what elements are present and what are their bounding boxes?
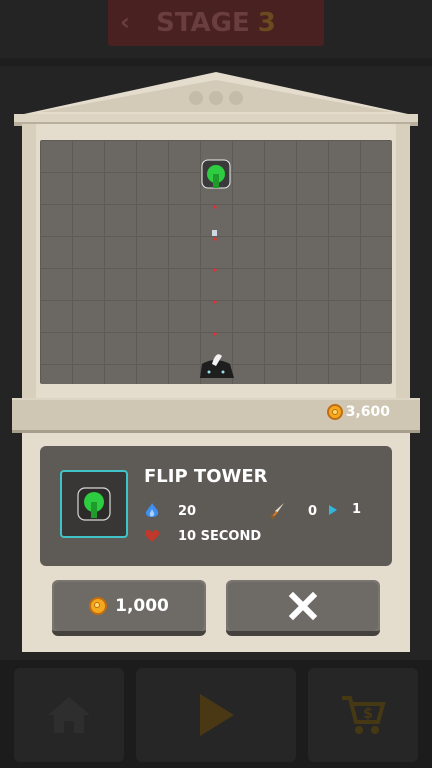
close-icon — [288, 591, 318, 620]
coin-icon — [89, 596, 108, 615]
cooldown-value: 10 SECOND — [178, 528, 262, 544]
tower-preview-board — [40, 140, 392, 384]
building-roof — [14, 72, 418, 126]
enemy-icon — [200, 354, 234, 378]
range-stat: 20 — [144, 502, 196, 520]
tower-info-card: FLIP TOWER 20 10 SECOND 0 1 — [40, 446, 392, 566]
heart-icon — [144, 530, 160, 542]
attack-value: 0 — [308, 503, 318, 519]
speed-value: 1 — [352, 502, 362, 517]
preview-scene — [200, 159, 234, 378]
coin-icon — [326, 404, 343, 420]
sword-icon — [270, 503, 284, 520]
flip-tower-icon — [77, 487, 111, 521]
speed-arrow-icon — [329, 504, 337, 515]
background-divider — [0, 58, 432, 66]
home-icon — [48, 697, 90, 733]
stage-title: STAGE — [156, 8, 250, 38]
stage-header: ‹ STAGE 3 — [108, 0, 324, 46]
range-value: 20 — [178, 503, 197, 519]
back-icon[interactable]: ‹ — [120, 8, 130, 36]
tower-name: FLIP TOWER — [144, 466, 268, 487]
buy-price: 1,000 — [115, 595, 169, 616]
stage-number: 3 — [257, 8, 276, 38]
tower-portrait — [60, 470, 128, 538]
shop-button[interactable]: $ — [308, 668, 418, 762]
turret-icon — [201, 159, 231, 189]
left-pillar — [22, 124, 36, 400]
play-button[interactable] — [136, 668, 296, 762]
play-icon — [200, 694, 234, 736]
close-button[interactable] — [226, 580, 380, 636]
gold-display: 3,600 — [326, 404, 390, 420]
attack-stat: 0 — [270, 502, 317, 520]
cooldown-stat: 10 SECOND — [144, 528, 261, 544]
flame-icon — [145, 503, 159, 517]
home-button[interactable] — [14, 668, 124, 762]
shop-cart-icon: $ — [342, 696, 386, 734]
svg-text:$: $ — [363, 706, 373, 722]
gold-amount: 3,600 — [345, 404, 390, 420]
right-pillar — [396, 124, 410, 400]
speed-stat: 1 — [328, 502, 361, 517]
buy-button[interactable]: 1,000 — [52, 580, 206, 636]
